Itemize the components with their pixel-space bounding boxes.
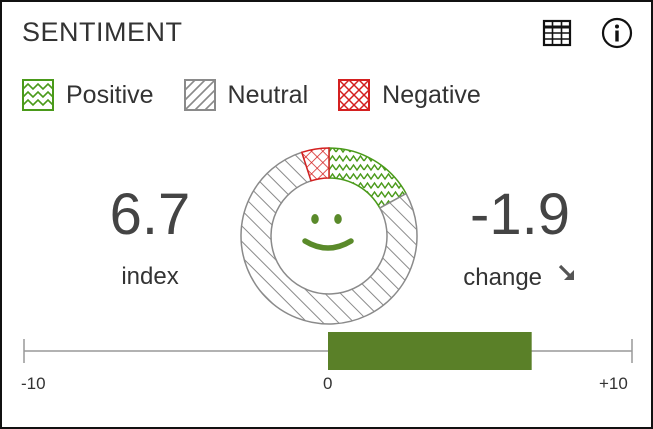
info-icon[interactable]: [600, 16, 634, 50]
arrow-down-right-icon: [558, 264, 574, 280]
positive-swatch-icon: [22, 79, 54, 111]
index-value: 6.7: [109, 182, 191, 247]
index-label: index: [121, 263, 179, 290]
negative-swatch-icon: [338, 79, 371, 111]
legend-label-neutral: Neutral: [227, 80, 309, 109]
legend-item-neutral[interactable]: Neutral: [183, 79, 309, 111]
legend-label-negative: Negative: [382, 80, 481, 109]
widget-title: SENTIMENT: [22, 17, 183, 47]
legend-item-negative[interactable]: Negative: [338, 79, 481, 111]
change-stat: -1.9 change: [450, 185, 590, 292]
legend-label-positive: Positive: [66, 80, 154, 109]
legend: Positive Neutral Negative: [22, 78, 511, 112]
donut-segment-positive[interactable]: [328, 147, 408, 210]
table-icon[interactable]: [540, 16, 574, 50]
scale-zero-label: 0: [323, 374, 333, 393]
sentiment-donut: [240, 147, 418, 325]
index-stat: 6.7 index: [90, 185, 210, 291]
smiley-face-icon: [302, 214, 354, 251]
scale-max-label: +10: [599, 374, 628, 393]
change-value: -1.9: [470, 182, 570, 247]
sentiment-scale: -10 0 +10: [2, 322, 651, 422]
scale-min-label: -10: [21, 374, 46, 393]
legend-item-positive[interactable]: Positive: [22, 79, 154, 111]
change-label: change: [463, 264, 543, 291]
neutral-swatch-icon: [183, 79, 216, 111]
change-label-row: change: [450, 263, 590, 292]
scale-value-bar: [328, 332, 532, 370]
sentiment-card: SENTIMENT Positive Neutral Negative 6.7 …: [0, 0, 653, 429]
